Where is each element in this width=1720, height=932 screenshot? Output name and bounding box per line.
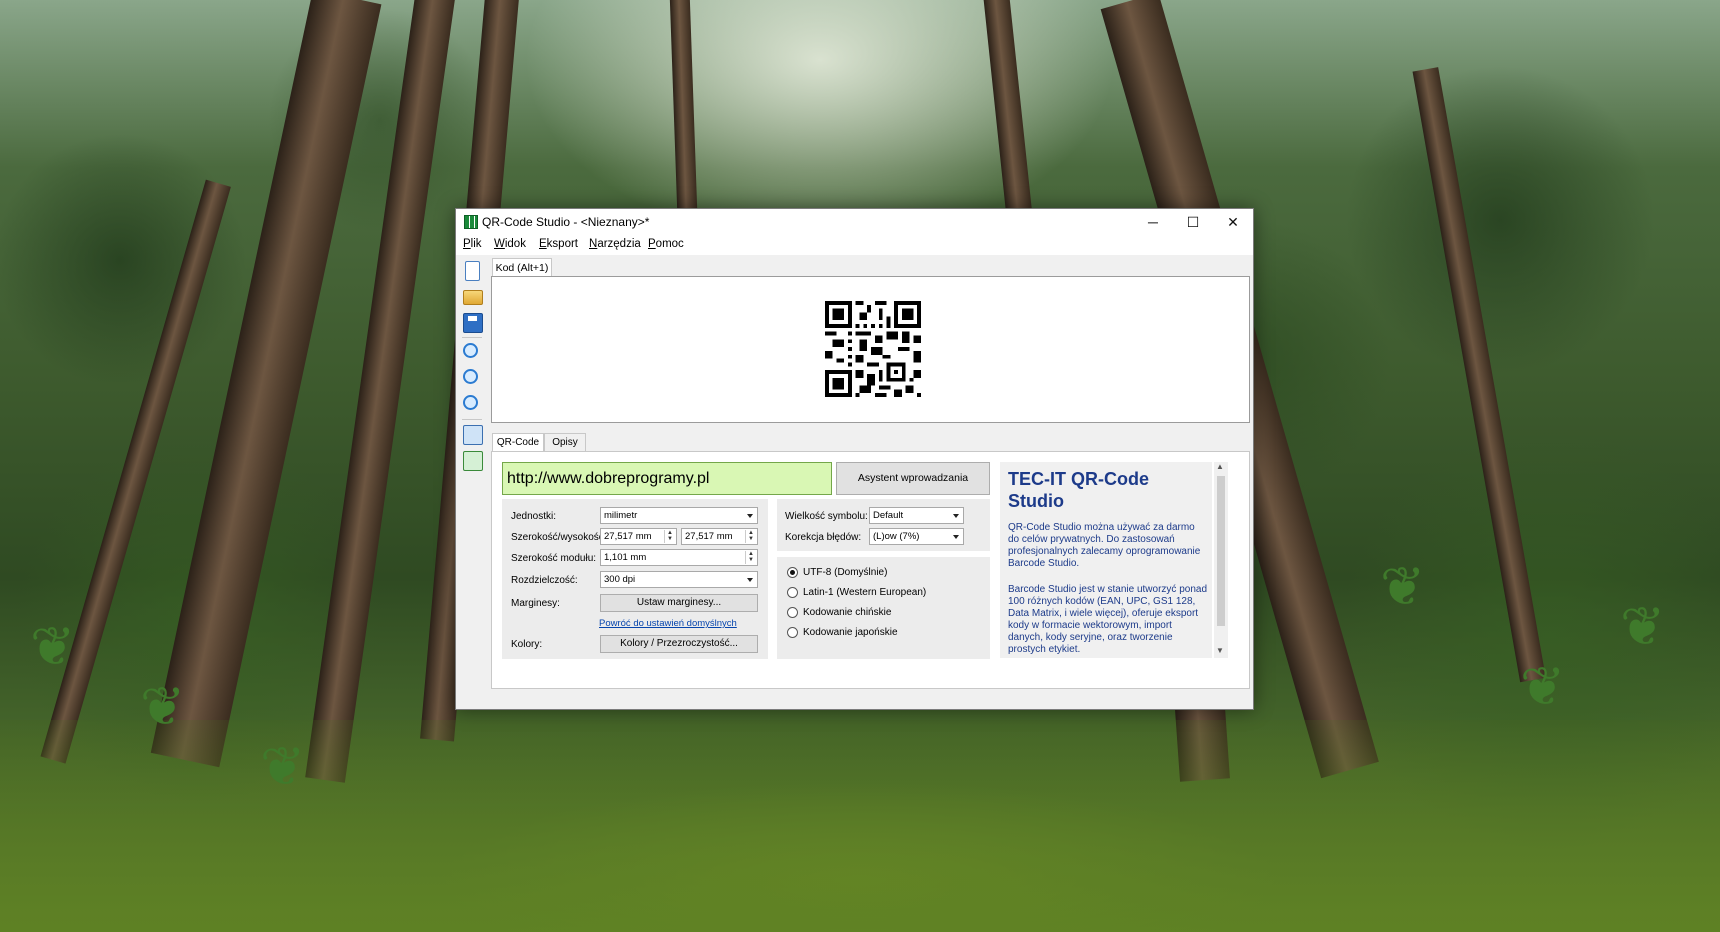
qr-app-icon — [464, 215, 478, 229]
minimize-button[interactable]: ─ — [1133, 209, 1173, 235]
radio-utf8[interactable] — [787, 567, 798, 578]
data-input-field[interactable]: http://www.dobreprogramy.pl — [502, 462, 832, 495]
status-bar — [456, 693, 1253, 708]
qr-code-studio-window: QR-Code Studio - <Nieznany>* ─ ☐ ✕ Plik … — [455, 208, 1254, 710]
units-value: milimetr — [604, 510, 638, 521]
menu-eksport[interactable]: Eksport — [539, 238, 578, 250]
size-label: Szerokość/wysokość: — [511, 532, 607, 543]
symbol-size-value: Default — [873, 510, 904, 521]
tab-opisy[interactable]: Opisy — [544, 433, 586, 452]
save-icon[interactable] — [461, 311, 483, 333]
module-input[interactable]: 1,101 mm ▲ ▼ — [600, 549, 758, 566]
qr-code-image — [825, 301, 921, 397]
radio-latin1[interactable] — [787, 587, 798, 598]
module-label: Szerokość modułu: — [511, 553, 597, 564]
height-spinner[interactable]: ▲ ▼ — [745, 530, 756, 543]
radio-chinese[interactable] — [787, 607, 798, 618]
radio-utf8-label[interactable]: UTF-8 (Domyślnie) — [803, 567, 887, 578]
menu-plik[interactable]: Plik — [463, 238, 482, 250]
module-value: 1,101 mm — [604, 552, 647, 563]
title-bar[interactable]: QR-Code Studio - <Nieznany>* ─ ☐ ✕ — [456, 209, 1253, 235]
info-title: TEC-IT QR-Code Studio — [1008, 469, 1149, 511]
colors-button[interactable]: Kolory / Przezroczystość... — [600, 635, 758, 653]
zoom-fit-icon[interactable] — [461, 393, 483, 415]
info-paragraph-1: QR-Code Studio można używać za darmo do … — [1008, 522, 1201, 569]
height-input[interactable]: 27,517 mm ▲ ▼ — [681, 528, 758, 545]
radio-japanese-label[interactable]: Kodowanie japońskie — [803, 627, 898, 638]
qr-preview-area — [491, 276, 1250, 423]
new-document-icon[interactable] — [461, 259, 483, 281]
scroll-down-icon[interactable]: ▼ — [1216, 646, 1224, 655]
zoom-out-icon[interactable] — [461, 367, 483, 389]
ecc-value: (L)ow (7%) — [873, 531, 920, 542]
window-title: QR-Code Studio - <Nieznany>* — [482, 215, 650, 229]
colors-label: Kolory: — [511, 639, 543, 650]
resolution-select[interactable]: 300 dpi — [600, 571, 758, 588]
resolution-value: 300 dpi — [604, 574, 636, 585]
symbol-size-select[interactable]: Default — [869, 507, 964, 524]
resolution-label: Rozdzielczość: — [511, 575, 578, 586]
radio-latin1-label[interactable]: Latin-1 (Western European) — [803, 587, 926, 598]
width-value: 27,517 mm — [604, 531, 652, 542]
menu-narzedzia[interactable]: Narzędzia — [589, 238, 641, 250]
scroll-up-icon[interactable]: ▲ — [1216, 462, 1224, 471]
reset-defaults-link[interactable]: Powróć do ustawień domyślnych — [599, 618, 737, 629]
maximize-button[interactable]: ☐ — [1173, 209, 1213, 235]
copy-image-icon[interactable] — [461, 423, 483, 445]
settings-panel: http://www.dobreprogramy.pl Asystent wpr… — [491, 451, 1250, 689]
size-settings-group: Jednostki: milimetr Szerokość/wysokość: … — [502, 499, 768, 659]
radio-chinese-label[interactable]: Kodowanie chińskie — [803, 607, 891, 618]
open-folder-icon[interactable] — [461, 285, 483, 307]
margins-label: Marginesy: — [511, 598, 560, 609]
close-button[interactable]: ✕ — [1213, 209, 1253, 235]
side-toolbar — [458, 257, 486, 693]
width-input[interactable]: 27,517 mm ▲ ▼ — [600, 528, 677, 545]
zoom-in-icon[interactable] — [461, 341, 483, 363]
info-pane: TEC-IT QR-Code Studio QR-Code Studio moż… — [1000, 462, 1212, 658]
menu-pomoc[interactable]: Pomoc — [648, 238, 684, 250]
symbol-size-label: Wielkość symbolu: — [785, 511, 868, 522]
tab-code[interactable]: Kod (Alt+1) — [492, 258, 552, 277]
ecc-select[interactable]: (L)ow (7%) — [869, 528, 964, 545]
units-select[interactable]: milimetr — [600, 507, 758, 524]
menu-widok[interactable]: Widok — [494, 238, 526, 250]
scroll-thumb[interactable] — [1217, 476, 1225, 626]
encoding-group: UTF-8 (Domyślnie) Latin-1 (Western Europ… — [777, 557, 990, 659]
width-spinner[interactable]: ▲ ▼ — [664, 530, 675, 543]
module-spinner[interactable]: ▲ ▼ — [745, 551, 756, 564]
set-margins-button[interactable]: Ustaw marginesy... — [600, 594, 758, 612]
radio-japanese[interactable] — [787, 627, 798, 638]
units-label: Jednostki: — [511, 511, 557, 522]
symbol-settings-group: Wielkość symbolu: Default Korekcja błędó… — [777, 499, 990, 551]
info-scrollbar[interactable]: ▲ ▼ — [1214, 462, 1228, 658]
ecc-label: Korekcja błędów: — [785, 532, 862, 543]
copy-special-icon[interactable] — [461, 449, 483, 471]
height-value: 27,517 mm — [685, 531, 733, 542]
info-paragraph-2: Barcode Studio jest w stanie utworzyć po… — [1008, 584, 1207, 655]
tab-qr-code[interactable]: QR-Code — [492, 433, 544, 452]
data-wizard-button[interactable]: Asystent wprowadzania danych... — [836, 462, 990, 515]
menu-bar: Plik Widok Eksport Narzędzia Pomoc — [456, 235, 1253, 255]
